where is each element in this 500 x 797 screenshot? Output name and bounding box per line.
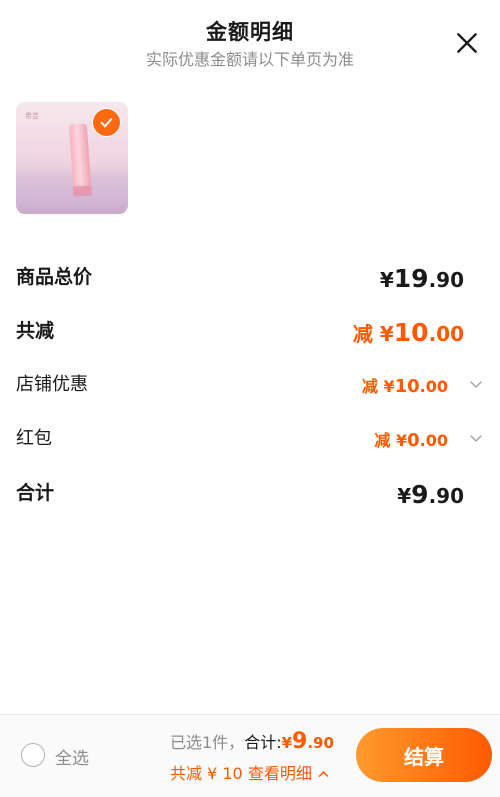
- goods-total-value: ¥19.90: [379, 264, 464, 293]
- red-packet-label: 红包: [16, 428, 52, 449]
- chevron-up-icon: [317, 764, 330, 783]
- checkout-button[interactable]: 结算: [356, 728, 492, 782]
- product-tube: [68, 123, 92, 189]
- product-selected-check[interactable]: [92, 108, 121, 137]
- selection-summary: 已选1件，合计:¥9.90: [170, 729, 334, 754]
- grand-total-label: 合计: [16, 482, 55, 504]
- page-title: 金额明细: [206, 20, 294, 44]
- page-subtitle: 实际优惠金额请以下单页为准: [145, 50, 354, 69]
- goods-total-label: 商品总价: [16, 266, 93, 288]
- total-reduction-row: 共减 减 ¥10.00: [16, 316, 484, 350]
- goods-total-row: 商品总价 ¥19.90: [16, 262, 484, 296]
- red-packet-value: 减 ¥0.00: [374, 430, 448, 451]
- select-all-radio[interactable]: [21, 743, 45, 767]
- red-packet-row[interactable]: 红包 减 ¥0.00: [16, 424, 484, 458]
- chevron-down-icon[interactable]: [468, 430, 484, 446]
- shop-discount-label: 店铺优惠: [16, 374, 88, 395]
- header: 金额明细 实际优惠金额请以下单页为准: [0, 0, 500, 80]
- discount-detail-toggle[interactable]: 共减 ¥ 10 查看明细: [170, 760, 330, 784]
- total-reduction-value: 减 ¥10.00: [352, 318, 464, 347]
- chevron-down-icon[interactable]: [468, 376, 484, 392]
- shop-discount-value: 减 ¥10.00: [361, 376, 448, 397]
- grand-total-row: 合计 ¥9.90: [16, 478, 484, 512]
- check-icon: [100, 118, 113, 128]
- select-all-label[interactable]: 全选: [55, 744, 89, 769]
- selected-count-text: 已选1件，: [170, 733, 245, 752]
- shop-discount-row[interactable]: 店铺优惠 减 ¥10.00: [16, 370, 484, 404]
- grand-total-value: ¥9.90: [397, 480, 464, 509]
- footer-total-label: 合计:: [244, 733, 282, 752]
- close-icon[interactable]: [454, 30, 480, 56]
- view-detail-label: 查看明细: [247, 764, 312, 783]
- footer-discount-text: 共减 ¥ 10: [170, 764, 243, 783]
- total-reduction-label: 共减: [16, 320, 55, 342]
- product-background: [16, 180, 128, 214]
- product-brand-text: 希芸: [25, 112, 39, 120]
